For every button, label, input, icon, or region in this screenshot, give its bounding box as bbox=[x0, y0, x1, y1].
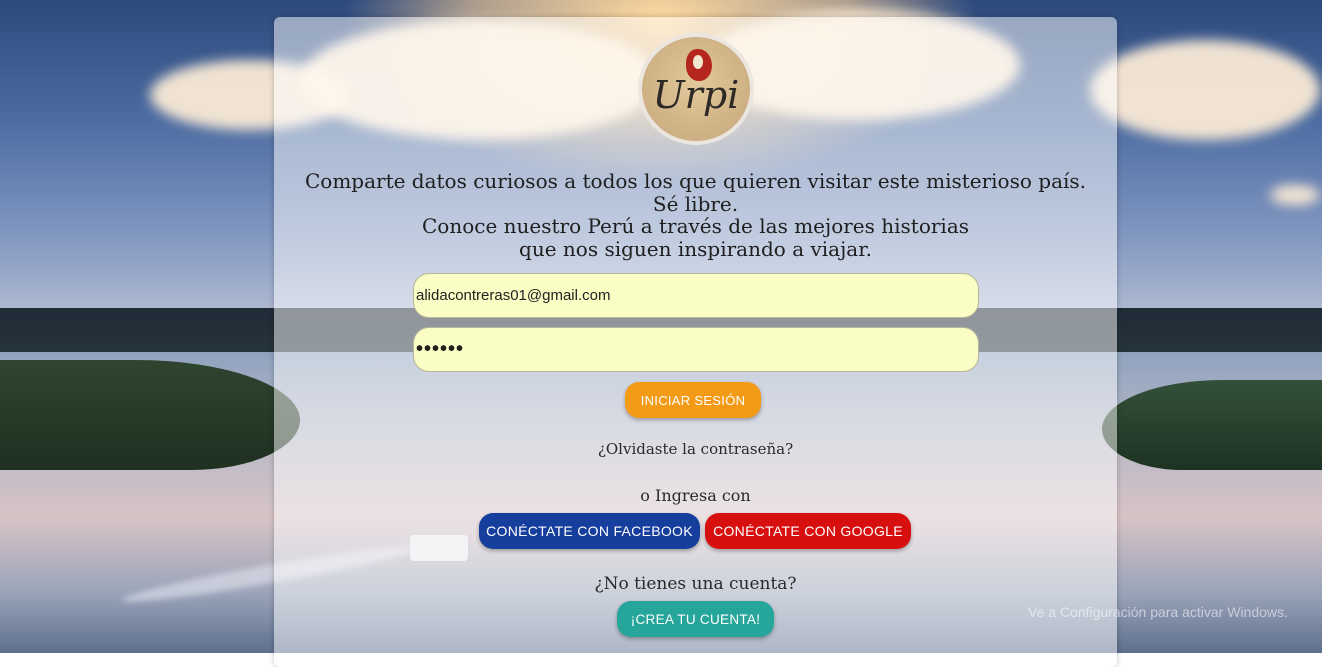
tagline-line: Comparte datos curiosos a todos los que … bbox=[304, 169, 1087, 193]
tagline-line: Conoce nuestro Perú a través de las mejo… bbox=[421, 214, 970, 238]
cloud bbox=[1090, 40, 1320, 140]
urpi-logo: Urpi bbox=[638, 33, 754, 145]
google-login-button[interactable]: CONÉCTATE CON GOOGLE bbox=[705, 513, 911, 549]
peru-map-inner bbox=[693, 55, 703, 69]
cloud bbox=[1270, 185, 1320, 205]
password-value: •••••• bbox=[416, 338, 465, 360]
forgot-password-link[interactable]: ¿Olvidaste la contraseña? bbox=[274, 440, 1117, 458]
windows-activation-watermark: Ve a Configuración para activar Windows. bbox=[1028, 604, 1288, 620]
tagline: Comparte datos curiosos a todos los que … bbox=[274, 170, 1117, 260]
facebook-login-button[interactable]: CONÉCTATE CON FACEBOOK bbox=[479, 513, 700, 549]
or-login-with-label: o Ingresa con bbox=[640, 486, 751, 505]
email-field[interactable]: alidacontreras01@gmail.com bbox=[413, 273, 979, 318]
tagline-line: Sé libre. bbox=[652, 191, 739, 216]
password-field[interactable]: •••••• bbox=[413, 327, 979, 372]
logo-text: Urpi bbox=[652, 73, 740, 117]
email-value: alidacontreras01@gmail.com bbox=[416, 287, 611, 304]
no-account-prompt: ¿No tienes una cuenta? bbox=[594, 574, 797, 594]
create-account-button[interactable]: ¡CREA TU CUENTA! bbox=[617, 601, 774, 637]
tagline-line: que nos siguen inspirando a viajar. bbox=[519, 236, 872, 261]
login-button[interactable]: INICIAR SESIÓN bbox=[625, 382, 761, 418]
